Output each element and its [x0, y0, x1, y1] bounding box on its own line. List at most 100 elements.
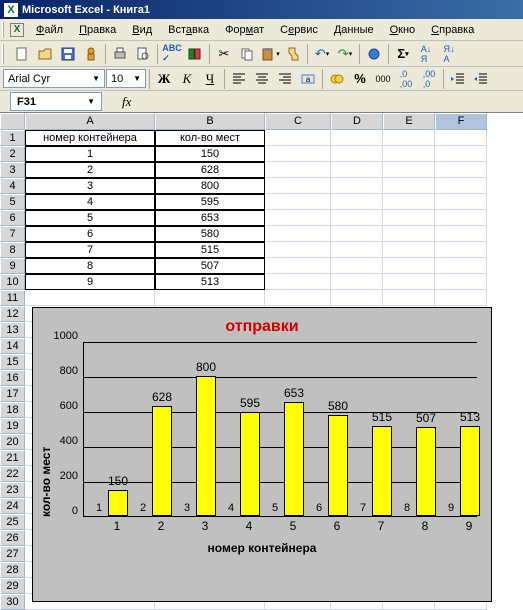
cell[interactable] — [435, 178, 487, 194]
column-header-D[interactable]: D — [331, 113, 383, 130]
cell[interactable] — [265, 226, 331, 242]
menu-insert[interactable]: Вставка — [160, 22, 217, 38]
cell[interactable]: 5 — [25, 210, 155, 226]
row-header[interactable]: 27 — [0, 546, 25, 562]
row-header[interactable]: 18 — [0, 402, 25, 418]
cell[interactable] — [383, 226, 435, 242]
cell[interactable]: 8 — [25, 258, 155, 274]
cell[interactable] — [383, 130, 435, 146]
font-name-select[interactable]: Arial Cyr ▼ — [3, 69, 105, 88]
cell[interactable] — [331, 290, 383, 306]
cell[interactable] — [331, 162, 383, 178]
cell[interactable] — [265, 178, 331, 194]
column-header-F[interactable]: F — [435, 113, 487, 130]
cell[interactable] — [383, 162, 435, 178]
cell[interactable]: 6 — [25, 226, 155, 242]
comma-icon[interactable]: 000 — [372, 68, 394, 90]
row-header[interactable]: 1 — [0, 130, 25, 146]
cell[interactable] — [265, 146, 331, 162]
select-all-corner[interactable] — [0, 113, 25, 130]
cell[interactable] — [331, 178, 383, 194]
row-header[interactable]: 30 — [0, 594, 25, 610]
cell[interactable] — [383, 194, 435, 210]
row-header[interactable]: 11 — [0, 290, 25, 306]
menu-edit[interactable]: Правка — [71, 22, 124, 38]
undo-icon[interactable]: ↶▾ — [311, 43, 333, 65]
cell[interactable] — [155, 290, 265, 306]
font-size-select[interactable]: 10 ▼ — [106, 69, 146, 88]
cell[interactable] — [383, 290, 435, 306]
cut-icon[interactable]: ✂ — [213, 43, 235, 65]
row-header[interactable]: 23 — [0, 482, 25, 498]
row-header[interactable]: 22 — [0, 466, 25, 482]
menu-view[interactable]: Вид — [124, 22, 160, 38]
increase-indent-icon[interactable] — [470, 68, 492, 90]
align-center-icon[interactable] — [251, 68, 273, 90]
cell[interactable]: 3 — [25, 178, 155, 194]
decrease-indent-icon[interactable] — [447, 68, 469, 90]
cell[interactable] — [383, 146, 435, 162]
row-header[interactable]: 21 — [0, 450, 25, 466]
cell[interactable] — [265, 258, 331, 274]
cell[interactable] — [435, 242, 487, 258]
row-header[interactable]: 15 — [0, 354, 25, 370]
row-header[interactable]: 25 — [0, 514, 25, 530]
cell[interactable] — [435, 210, 487, 226]
column-header-E[interactable]: E — [383, 113, 435, 130]
menu-file[interactable]: Файл — [28, 22, 71, 38]
cell[interactable] — [383, 210, 435, 226]
cell[interactable] — [435, 162, 487, 178]
fx-icon[interactable]: fx — [122, 94, 131, 110]
cell[interactable] — [435, 226, 487, 242]
row-header[interactable]: 13 — [0, 322, 25, 338]
cell[interactable] — [331, 258, 383, 274]
row-header[interactable]: 19 — [0, 418, 25, 434]
cell[interactable] — [331, 242, 383, 258]
row-header[interactable]: 3 — [0, 162, 25, 178]
name-box[interactable]: F31 ▼ — [10, 92, 102, 111]
save-icon[interactable] — [57, 43, 79, 65]
cell[interactable] — [265, 194, 331, 210]
row-header[interactable]: 17 — [0, 386, 25, 402]
cell[interactable]: кол-во мест — [155, 130, 265, 146]
cell[interactable] — [331, 130, 383, 146]
cell[interactable]: 150 — [155, 146, 265, 162]
row-header[interactable]: 14 — [0, 338, 25, 354]
menu-tools[interactable]: Сервис — [272, 22, 326, 38]
menu-help[interactable]: Справка — [423, 22, 482, 38]
cell[interactable] — [435, 146, 487, 162]
menu-window[interactable]: Окно — [382, 22, 424, 38]
print-preview-icon[interactable] — [132, 43, 154, 65]
cell[interactable]: 515 — [155, 242, 265, 258]
cell[interactable]: 507 — [155, 258, 265, 274]
underline-icon[interactable]: Ч — [199, 68, 221, 90]
cell[interactable] — [331, 210, 383, 226]
row-header[interactable]: 24 — [0, 498, 25, 514]
cell[interactable] — [331, 226, 383, 242]
row-header[interactable]: 16 — [0, 370, 25, 386]
spelling-icon[interactable]: ABC✓ — [161, 43, 183, 65]
cell[interactable]: 595 — [155, 194, 265, 210]
cell[interactable] — [383, 274, 435, 290]
autosum-icon[interactable]: Σ▾ — [392, 43, 414, 65]
cell[interactable]: 513 — [155, 274, 265, 290]
cell[interactable] — [265, 130, 331, 146]
cell[interactable]: 1 — [25, 146, 155, 162]
cell[interactable]: 7 — [25, 242, 155, 258]
cell[interactable]: 2 — [25, 162, 155, 178]
percent-icon[interactable]: % — [349, 68, 371, 90]
cell[interactable]: 800 — [155, 178, 265, 194]
currency-icon[interactable] — [326, 68, 348, 90]
row-header[interactable]: 12 — [0, 306, 25, 322]
row-header[interactable]: 20 — [0, 434, 25, 450]
row-header[interactable]: 28 — [0, 562, 25, 578]
cell[interactable] — [331, 274, 383, 290]
cell[interactable] — [265, 210, 331, 226]
cell[interactable] — [383, 242, 435, 258]
row-header[interactable]: 2 — [0, 146, 25, 162]
cell[interactable]: 9 — [25, 274, 155, 290]
cell[interactable] — [331, 194, 383, 210]
align-left-icon[interactable] — [228, 68, 250, 90]
cell[interactable]: 580 — [155, 226, 265, 242]
copy-icon[interactable] — [236, 43, 258, 65]
